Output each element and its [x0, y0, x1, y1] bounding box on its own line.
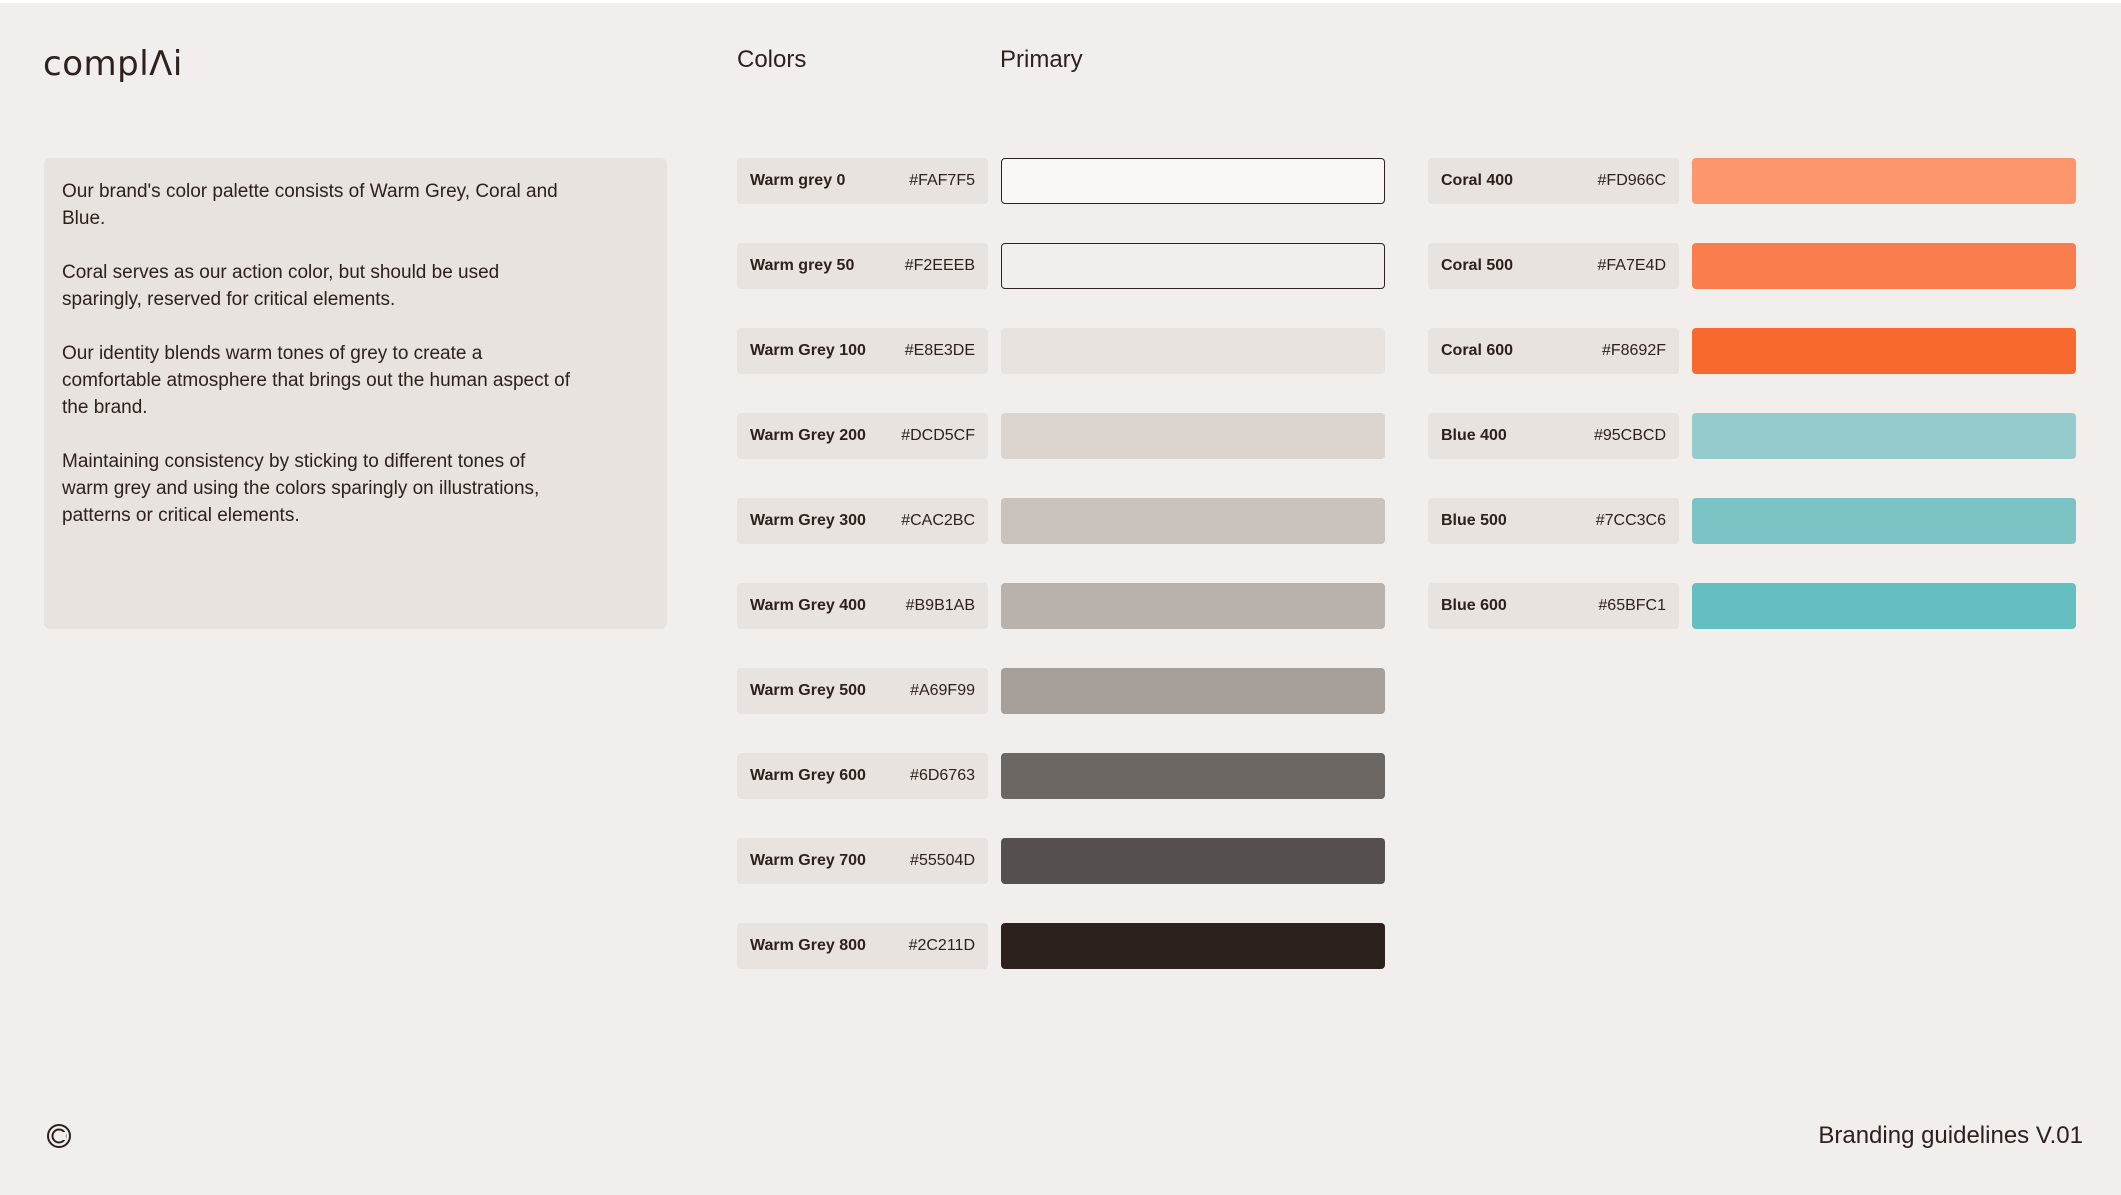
color-swatch: [1001, 583, 1385, 629]
color-swatch: [1692, 158, 2076, 204]
swatch-label: Warm grey 50 #F2EEEB: [737, 243, 988, 289]
copyright-icon: [47, 1124, 71, 1148]
color-swatch: [1001, 668, 1385, 714]
swatch-label: Warm Grey 600 #6D6763: [737, 753, 988, 799]
swatch-name: Coral 500: [1441, 257, 1514, 274]
color-swatch: [1001, 413, 1385, 459]
swatch-row: Warm Grey 600 #6D6763: [737, 753, 1387, 799]
swatch-row: Coral 500 #FA7E4D: [1428, 243, 2078, 289]
swatch-row: Coral 600 #F8692F: [1428, 328, 2078, 374]
swatch-row: Blue 600 #65BFC1: [1428, 583, 2078, 629]
swatch-hex-code: #A69F99: [910, 682, 975, 699]
page-top-border: [0, 0, 2121, 3]
color-swatch: [1692, 413, 2076, 459]
description-paragraph: Maintaining consistency by sticking to d…: [62, 451, 540, 526]
color-swatch: [1692, 243, 2076, 289]
swatch-hex-code: #2C211D: [908, 937, 975, 954]
swatch-row: Warm grey 50 #F2EEEB: [737, 243, 1387, 289]
swatch-name: Warm Grey 500: [750, 682, 866, 699]
swatch-name: Warm Grey 800: [750, 937, 866, 954]
swatch-hex-code: #CAC2BC: [901, 512, 975, 529]
color-swatch: [1001, 923, 1385, 969]
swatch-label: Blue 400 #95CBCD: [1428, 413, 1679, 459]
color-swatch: [1692, 583, 2076, 629]
swatch-label: Warm Grey 400 #B9B1AB: [737, 583, 988, 629]
swatch-name: Warm Grey 600: [750, 767, 866, 784]
color-swatch: [1001, 753, 1385, 799]
description-paragraph: Our brand's color palette consists of Wa…: [62, 181, 558, 229]
swatch-row: Warm Grey 100 #E8E3DE: [737, 328, 1387, 374]
swatch-name: Blue 400: [1441, 427, 1507, 444]
swatch-name: Warm Grey 100: [750, 342, 866, 359]
swatch-hex-code: #FAF7F5: [909, 172, 975, 189]
swatch-hex-code: #FA7E4D: [1597, 257, 1666, 274]
primary-title: Primary: [1000, 46, 1083, 73]
swatch-hex-code: #55504D: [910, 852, 975, 869]
swatch-name: Coral 600: [1441, 342, 1514, 359]
swatch-label: Blue 600 #65BFC1: [1428, 583, 1679, 629]
description-paragraph: Coral serves as our action color, but sh…: [62, 262, 500, 310]
swatch-row: Warm grey 0 #FAF7F5: [737, 158, 1387, 204]
swatch-name: Blue 600: [1441, 597, 1507, 614]
swatch-label: Warm Grey 100 #E8E3DE: [737, 328, 988, 374]
swatch-label: Warm Grey 700 #55504D: [737, 838, 988, 884]
swatch-hex-code: #7CC3C6: [1595, 512, 1666, 529]
swatch-row: Warm Grey 500 #A69F99: [737, 668, 1387, 714]
swatch-label: Warm grey 0 #FAF7F5: [737, 158, 988, 204]
brand-logo: complΛi: [43, 44, 183, 84]
swatch-row: Warm Grey 200 #DCD5CF: [737, 413, 1387, 459]
color-swatch: [1001, 158, 1385, 204]
colors-title: Colors: [737, 46, 807, 73]
swatch-hex-code: #F2EEEB: [904, 257, 975, 274]
swatch-label: Blue 500 #7CC3C6: [1428, 498, 1679, 544]
swatch-label: Coral 600 #F8692F: [1428, 328, 1679, 374]
swatch-hex-code: #FD966C: [1597, 172, 1666, 189]
swatch-name: Warm grey 50: [750, 257, 855, 274]
swatch-label: Warm Grey 800 #2C211D: [737, 923, 988, 969]
color-swatch: [1001, 328, 1385, 374]
swatch-name: Warm Grey 300: [750, 512, 866, 529]
swatch-name: Warm Grey 700: [750, 852, 866, 869]
color-swatch: [1001, 498, 1385, 544]
swatch-label: Coral 500 #FA7E4D: [1428, 243, 1679, 289]
swatch-hex-code: #65BFC1: [1598, 597, 1666, 614]
swatch-label: Warm Grey 300 #CAC2BC: [737, 498, 988, 544]
swatch-hex-code: #E8E3DE: [904, 342, 975, 359]
swatch-row: Warm Grey 800 #2C211D: [737, 923, 1387, 969]
swatch-row: Coral 400 #FD966C: [1428, 158, 2078, 204]
swatch-hex-code: #F8692F: [1601, 342, 1666, 359]
swatch-name: Warm grey 0: [750, 172, 846, 189]
swatch-hex-code: #95CBCD: [1593, 427, 1666, 444]
color-swatch: [1692, 498, 2076, 544]
swatch-hex-code: #DCD5CF: [901, 427, 975, 444]
swatch-label: Warm Grey 200 #DCD5CF: [737, 413, 988, 459]
swatch-label: Warm Grey 500 #A69F99: [737, 668, 988, 714]
description-paragraph: Our identity blends warm tones of grey t…: [62, 343, 571, 418]
color-swatch: [1692, 328, 2076, 374]
swatch-name: Warm Grey 400: [750, 597, 866, 614]
swatch-row: Blue 400 #95CBCD: [1428, 413, 2078, 459]
color-swatch: [1001, 838, 1385, 884]
swatch-row: Warm Grey 700 #55504D: [737, 838, 1387, 884]
swatch-hex-code: #B9B1AB: [905, 597, 975, 614]
description-panel: Our brand's color palette consists of Wa…: [44, 158, 667, 629]
swatch-row: Blue 500 #7CC3C6: [1428, 498, 2078, 544]
swatch-hex-code: #6D6763: [910, 767, 975, 784]
swatch-name: Coral 400: [1441, 172, 1514, 189]
swatch-name: Warm Grey 200: [750, 427, 866, 444]
color-swatch: [1001, 243, 1385, 289]
swatch-row: Warm Grey 300 #CAC2BC: [737, 498, 1387, 544]
swatch-row: Warm Grey 400 #B9B1AB: [737, 583, 1387, 629]
footer-title: Branding guidelines V.01: [1818, 1122, 2083, 1149]
swatch-name: Blue 500: [1441, 512, 1507, 529]
swatch-label: Coral 400 #FD966C: [1428, 158, 1679, 204]
